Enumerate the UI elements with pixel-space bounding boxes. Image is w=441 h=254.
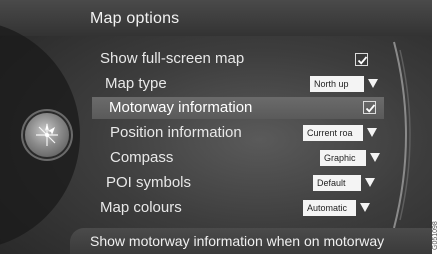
option-label: POI symbols bbox=[106, 174, 192, 191]
select-value: North up bbox=[310, 76, 364, 92]
page-title: Map options bbox=[90, 10, 180, 27]
triangle-down-icon bbox=[370, 153, 380, 162]
compass-select[interactable]: Graphic bbox=[320, 150, 382, 166]
image-code: G051098 bbox=[432, 221, 439, 250]
checkmark-icon bbox=[365, 104, 376, 113]
option-label: Position information bbox=[110, 124, 242, 141]
map-type-select[interactable]: North up bbox=[310, 76, 380, 92]
map-options-screen: Map options Show full-screen map Map typ… bbox=[0, 0, 432, 254]
map-colours-select[interactable]: Automatic bbox=[303, 200, 373, 216]
option-poi-symbols[interactable]: POI symbols Default bbox=[106, 172, 386, 194]
checkmark-icon bbox=[357, 56, 368, 65]
triangle-down-icon bbox=[367, 128, 377, 137]
position-information-select[interactable]: Current roa bbox=[303, 125, 381, 141]
option-label: Map type bbox=[105, 75, 167, 92]
option-motorway-information[interactable]: Motorway information bbox=[92, 97, 384, 119]
option-label: Motorway information bbox=[109, 99, 253, 116]
motorway-information-checkbox[interactable] bbox=[363, 101, 376, 114]
header-bar bbox=[0, 0, 432, 36]
help-text: Show motorway information when on motorw… bbox=[90, 233, 385, 249]
triangle-down-icon bbox=[365, 178, 375, 187]
select-value: Current roa bbox=[303, 125, 363, 141]
select-value: Default bbox=[313, 175, 361, 191]
option-show-full-screen-map[interactable]: Show full-screen map bbox=[100, 48, 400, 70]
option-map-type[interactable]: Map type North up bbox=[103, 73, 390, 95]
navigation-compass-icon[interactable] bbox=[25, 113, 69, 157]
option-position-information[interactable]: Position information Current roa bbox=[110, 122, 385, 144]
option-label: Map colours bbox=[100, 199, 182, 216]
select-value: Automatic bbox=[303, 200, 356, 216]
full-screen-map-checkbox[interactable] bbox=[355, 53, 368, 66]
option-label: Compass bbox=[110, 149, 174, 166]
triangle-down-icon bbox=[360, 203, 370, 212]
option-map-colours[interactable]: Map colours Automatic bbox=[100, 197, 380, 219]
option-label: Show full-screen map bbox=[100, 50, 245, 67]
option-compass[interactable]: Compass Graphic bbox=[110, 147, 385, 169]
triangle-down-icon bbox=[368, 79, 378, 88]
select-value: Graphic bbox=[320, 150, 366, 166]
poi-symbols-select[interactable]: Default bbox=[313, 175, 377, 191]
